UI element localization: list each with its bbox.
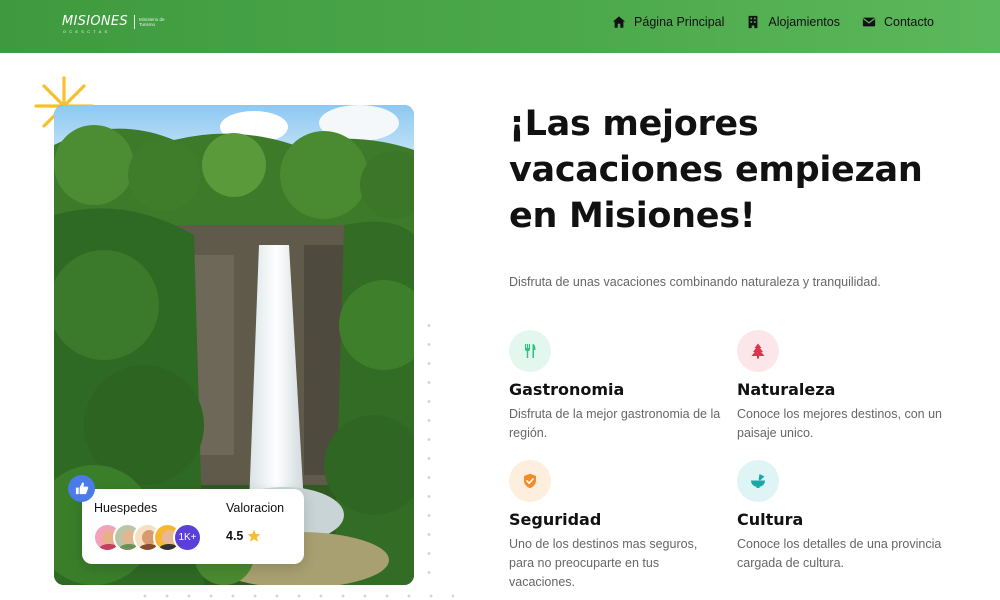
like-badge bbox=[68, 475, 95, 502]
feature-desc: Conoce los mejores destinos, con un pais… bbox=[737, 407, 942, 440]
feature-title: Cultura bbox=[737, 510, 804, 529]
feature-icon-circle bbox=[737, 460, 779, 502]
rating-label: Valoracion bbox=[226, 501, 285, 515]
logo-divider bbox=[133, 14, 135, 29]
utensils-icon bbox=[525, 344, 536, 358]
building-icon bbox=[749, 15, 758, 29]
feature-desc: Disfruta de la mejor gastronomia de la r… bbox=[509, 407, 721, 440]
main-nav: Página Principal Alojamientos Contacto bbox=[612, 15, 934, 29]
stats-card: Huespedes Valoracion 1K+ 4.5 bbox=[82, 489, 304, 564]
site-logo[interactable]: MISIONES OCESCTAS Ministerio de Turismo bbox=[62, 14, 167, 34]
rating-value: 4.5 bbox=[226, 529, 261, 543]
guest-count-badge: 1K+ bbox=[173, 523, 202, 552]
home-icon bbox=[612, 16, 626, 28]
logo-name: MISIONES bbox=[62, 14, 128, 29]
nav-alojamientos-label: Alojamientos bbox=[768, 15, 840, 29]
nav-alojamientos[interactable]: Alojamientos bbox=[746, 15, 840, 29]
feature-icon-circle bbox=[737, 330, 779, 372]
guests-label: Huespedes bbox=[94, 501, 158, 515]
feature-gastronomia: Gastronomia Disfruta de la mejor gastron… bbox=[509, 330, 729, 443]
feature-title: Seguridad bbox=[509, 510, 602, 529]
nav-contacto-label: Contacto bbox=[883, 15, 934, 29]
shield-icon bbox=[524, 473, 536, 489]
nav-home-label: Página Principal bbox=[634, 15, 725, 29]
hero-subtitle: Disfruta de unas vacaciones combinando n… bbox=[509, 275, 881, 289]
envelope-icon bbox=[862, 17, 876, 27]
star-icon bbox=[248, 529, 261, 542]
feature-cultura: Cultura Conoce los detalles de una provi… bbox=[737, 460, 957, 573]
nav-contacto[interactable]: Contacto bbox=[862, 15, 934, 29]
hero-title: ¡Las mejores vacaciones empiezan en Misi… bbox=[509, 104, 923, 236]
rating-number: 4.5 bbox=[226, 529, 244, 543]
logo-tagline: Ministerio de Turismo bbox=[138, 16, 165, 27]
feature-icon-circle bbox=[509, 330, 551, 372]
decorative-dots-vertical bbox=[418, 316, 448, 586]
tree-icon bbox=[751, 343, 765, 359]
mortar-icon bbox=[751, 474, 765, 488]
feature-desc: Uno de los destinos mas seguros, para no… bbox=[509, 537, 698, 589]
guest-avatars: 1K+ bbox=[93, 523, 202, 552]
page: MISIONES OCESCTAS Ministerio de Turismo … bbox=[0, 0, 1000, 600]
feature-naturaleza: Naturaleza Conoce los mejores destinos, … bbox=[737, 330, 957, 443]
feature-seguridad: Seguridad Uno de los destinos mas seguro… bbox=[509, 460, 729, 592]
nav-home[interactable]: Página Principal bbox=[612, 15, 724, 29]
feature-title: Naturaleza bbox=[737, 380, 836, 399]
thumbs-up-icon bbox=[75, 482, 89, 495]
decorative-dots-horizontal bbox=[134, 592, 454, 600]
feature-desc: Conoce los detalles de una provincia car… bbox=[737, 537, 942, 570]
feature-title: Gastronomia bbox=[509, 380, 625, 399]
logo-subtext: OCESCTAS bbox=[63, 29, 111, 34]
site-header: MISIONES OCESCTAS Ministerio de Turismo … bbox=[0, 0, 1000, 53]
feature-icon-circle bbox=[509, 460, 551, 502]
